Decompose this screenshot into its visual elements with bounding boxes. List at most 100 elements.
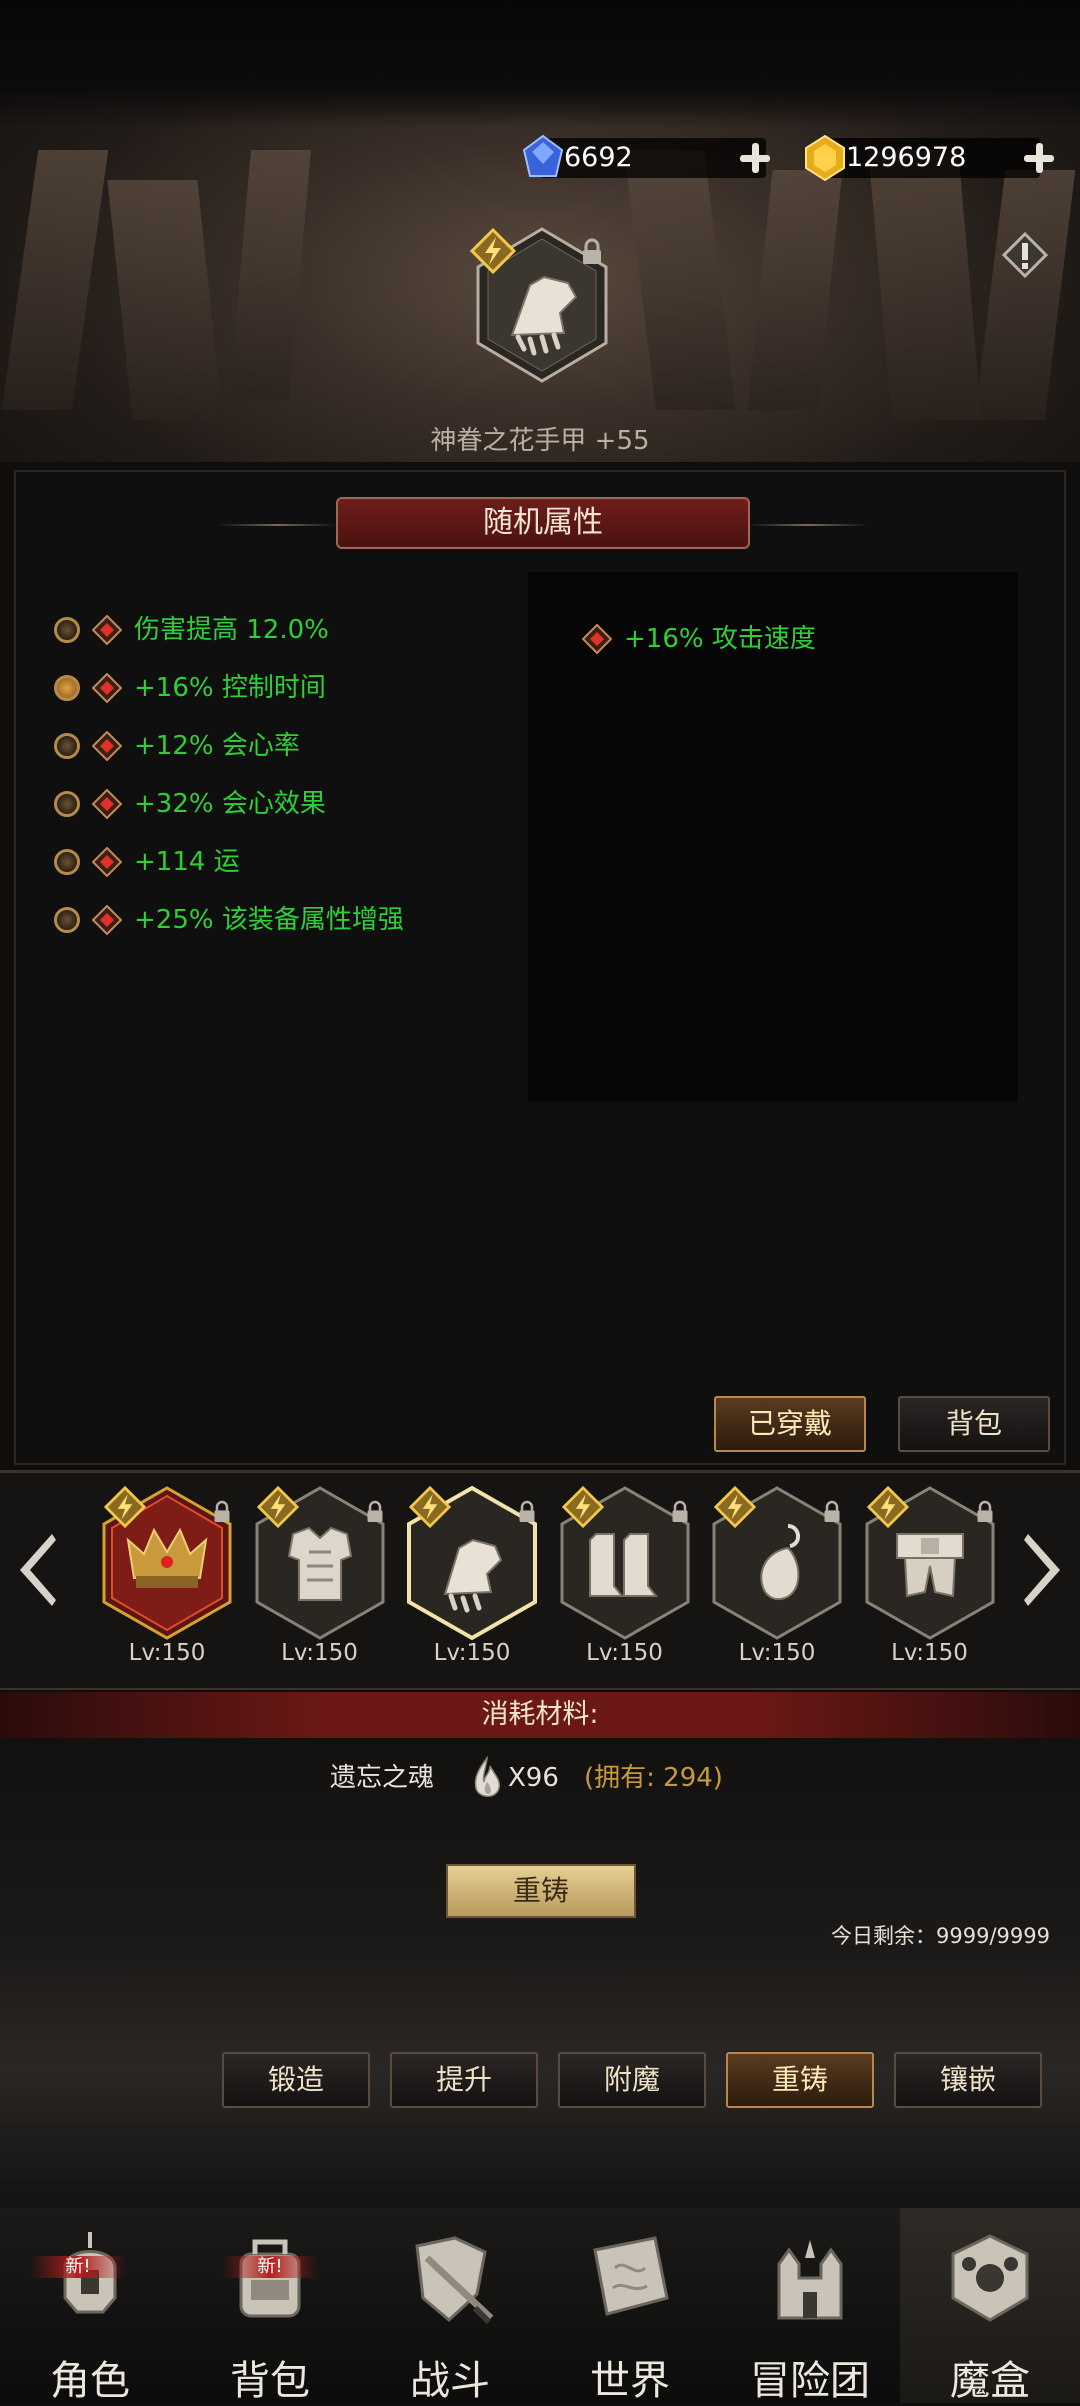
equipment-slots: Lv:150 Lv:150 Lv:150 Lv:150 Lv:150 Lv:150 [92, 1482, 1012, 1682]
nav-label: 战斗 [410, 2358, 490, 2404]
material-quantity: X96 [508, 1763, 559, 1793]
attribute-row[interactable]: +16% 控制时间 [52, 668, 512, 708]
nav-item-guild[interactable]: 冒险团 [720, 2208, 900, 2404]
nav-item-world[interactable]: 世界 [540, 2208, 720, 2404]
equipment-level: Lv:150 [586, 1640, 663, 1666]
gem-currency: 6692 1296978 [520, 134, 1060, 182]
nav-label: 角色 [50, 2358, 130, 2404]
attribute-gem-icon [92, 615, 122, 645]
nav-label: 背包 [230, 2358, 310, 2404]
lock-icon[interactable] [365, 1500, 385, 1528]
enhance-lightning-icon [256, 1485, 299, 1532]
attribute-row[interactable]: +114 运 [52, 842, 512, 882]
equipment-slot[interactable]: Lv:150 [245, 1482, 395, 1666]
attribute-row[interactable]: +25% 该装备属性增强 [52, 900, 512, 940]
enhance-lightning-icon [866, 1485, 909, 1532]
gold-value: 1296978 [846, 142, 967, 173]
equipment-slot[interactable]: Lv:150 [92, 1482, 242, 1666]
cost-line: 遗忘之魂 X96 (拥有: 294) [330, 1752, 750, 1804]
attribute-text: 伤害提高 12.0% [134, 615, 329, 645]
attribute-lock-radio[interactable] [54, 907, 80, 933]
attribute-text: +25% 该装备属性增强 [134, 905, 404, 935]
tab-inlay[interactable]: 镶嵌 [894, 2052, 1042, 2108]
add-gems-button[interactable] [738, 141, 772, 175]
attribute-gem-icon [92, 731, 122, 761]
bag-button[interactable]: 背包 [898, 1396, 1050, 1452]
attribute-lock-radio[interactable] [54, 791, 80, 817]
attribute-lock-radio[interactable] [54, 675, 80, 701]
shield-sword-icon [405, 2228, 495, 2328]
enhance-lightning-icon [469, 227, 517, 278]
blue-gem-icon [520, 134, 566, 186]
attribute-text: +16% 控制时间 [134, 673, 326, 703]
gold-gem-icon [802, 134, 848, 186]
lock-icon[interactable] [822, 1500, 842, 1528]
cost-title: 消耗材料: [0, 1692, 1080, 1738]
attribute-gem-icon [582, 624, 612, 654]
item-name: 神眷之花手甲 +55 [430, 426, 650, 456]
attribute-gem-icon [92, 905, 122, 935]
add-gold-button[interactable] [1022, 141, 1056, 175]
banner-line-left [218, 524, 338, 526]
equipment-slot[interactable]: Lv:150 [702, 1482, 852, 1666]
tab-forge[interactable]: 锻造 [222, 2052, 370, 2108]
arrow-right-icon[interactable] [1018, 1530, 1068, 1610]
gems-value: 6692 [564, 142, 633, 173]
equipment-level: Lv:150 [281, 1640, 358, 1666]
attribute-lock-radio[interactable] [54, 849, 80, 875]
attribute-gem-icon [92, 847, 122, 877]
lock-icon[interactable] [670, 1500, 690, 1528]
lock-icon[interactable] [212, 1500, 232, 1528]
new-badge: 新! [30, 2256, 126, 2278]
lower-background [0, 1738, 1080, 2208]
lock-icon[interactable] [580, 238, 604, 270]
enhance-lightning-icon [713, 1485, 757, 1532]
info-icon[interactable] [1001, 231, 1049, 282]
soul-flame-icon [470, 1755, 504, 1820]
castle-icon [765, 2228, 855, 2328]
arrow-left-icon[interactable] [12, 1530, 62, 1610]
nav-item-character[interactable]: 新! 角色 [0, 2208, 180, 2404]
material-name: 遗忘之魂 [330, 1763, 435, 1793]
lock-icon[interactable] [975, 1500, 995, 1528]
nav-item-battle[interactable]: 战斗 [360, 2208, 540, 2404]
new-attribute-text: +16% 攻击速度 [624, 624, 816, 654]
equipment-level: Lv:150 [128, 1640, 206, 1666]
tab-enchant[interactable]: 附魔 [558, 2052, 706, 2108]
attribute-text: +32% 会心效果 [134, 789, 326, 819]
attribute-row[interactable]: +32% 会心效果 [52, 784, 512, 824]
equipment-level: Lv:150 [738, 1640, 816, 1666]
attribute-text: +12% 会心率 [134, 731, 300, 761]
lock-icon[interactable] [517, 1500, 537, 1528]
remaining-today: 今日剩余：9999/9999 [831, 1924, 1050, 1948]
panel-title: 随机属性 [336, 497, 750, 549]
enhance-lightning-icon [408, 1485, 452, 1532]
magic-box-icon [945, 2228, 1035, 2328]
nav-item-bag[interactable]: 新! 背包 [180, 2208, 360, 2404]
recast-button[interactable]: 重铸 [446, 1864, 636, 1918]
map-scroll-icon [585, 2228, 675, 2328]
new-badge: 新! [222, 2256, 318, 2278]
attribute-lock-radio[interactable] [54, 617, 80, 643]
equipment-level: Lv:150 [891, 1640, 968, 1666]
equipped-button[interactable]: 已穿戴 [714, 1396, 866, 1452]
banner-line-right [748, 524, 868, 526]
nav-item-magic-box[interactable]: 魔盒 [900, 2208, 1080, 2404]
tab-recast[interactable]: 重铸 [726, 2052, 874, 2108]
attribute-row[interactable]: 伤害提高 12.0% [52, 610, 512, 650]
equipment-slot[interactable]: Lv:150 [550, 1482, 700, 1666]
enhance-lightning-icon [561, 1485, 604, 1532]
equipment-slot[interactable]: Lv:150 [855, 1482, 1005, 1666]
equipment-level: Lv:150 [433, 1640, 511, 1666]
attribute-gem-icon [92, 673, 122, 703]
attribute-lock-radio[interactable] [54, 733, 80, 759]
nav-label: 魔盒 [950, 2358, 1030, 2404]
attribute-text: +114 运 [134, 847, 240, 877]
tab-upgrade[interactable]: 提升 [390, 2052, 538, 2108]
nav-label: 冒险团 [750, 2358, 870, 2404]
equipment-slot[interactable]: Lv:150 [397, 1482, 547, 1666]
top-band [0, 0, 1080, 128]
attribute-row[interactable]: +12% 会心率 [52, 726, 512, 766]
enhance-lightning-icon [103, 1485, 147, 1532]
material-owned: (拥有: 294) [584, 1763, 723, 1793]
